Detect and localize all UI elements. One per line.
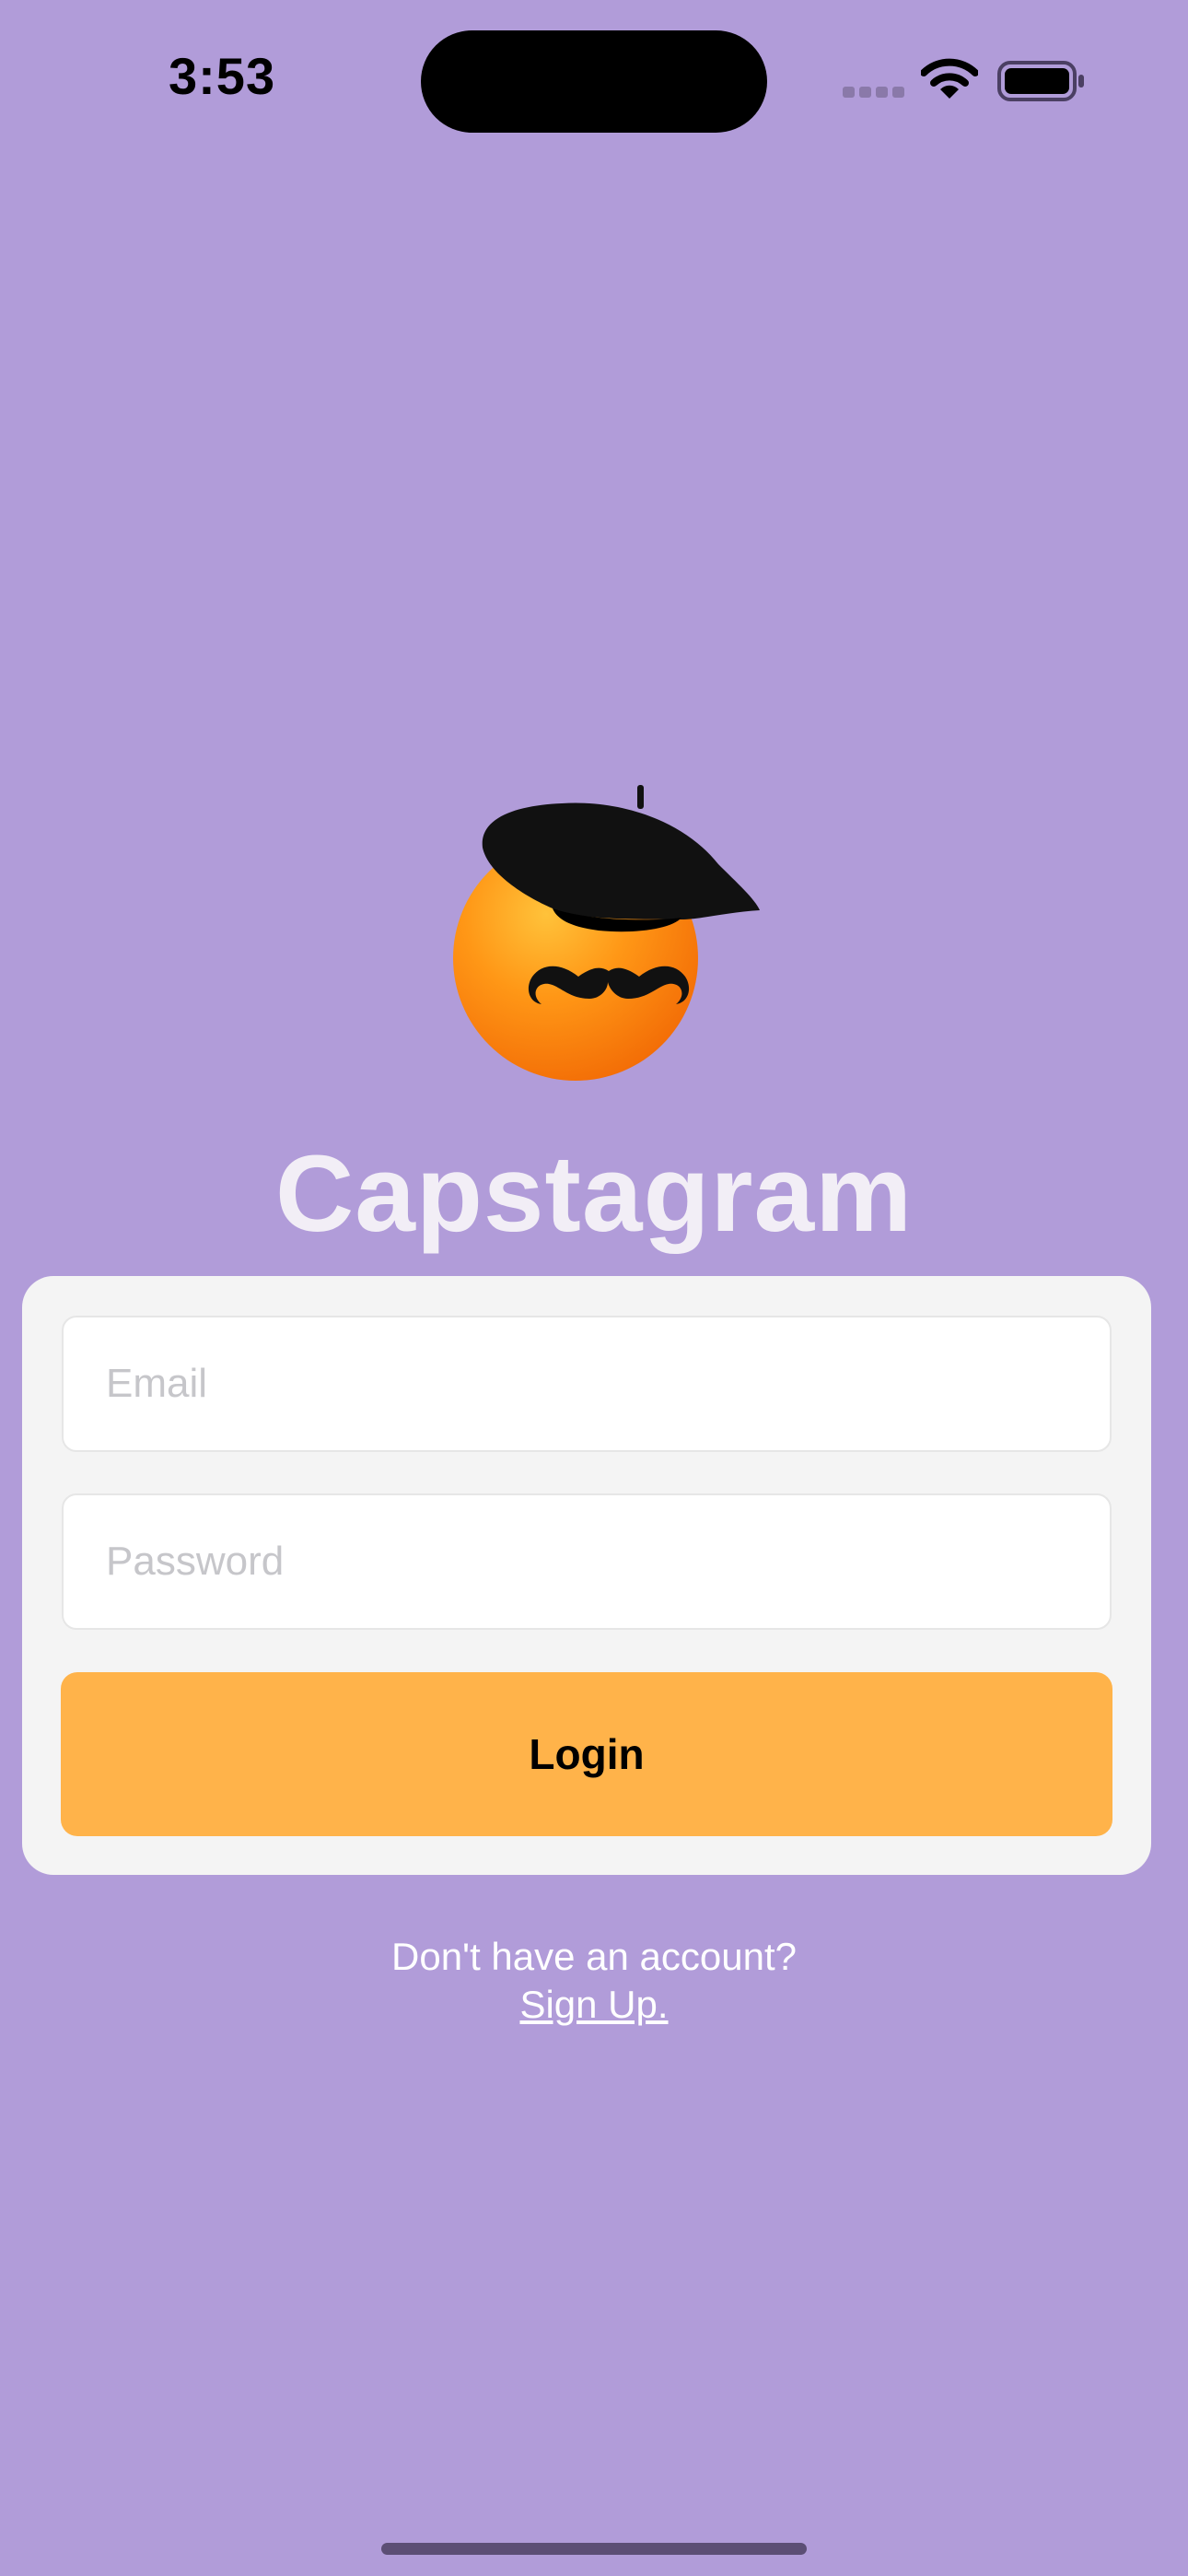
sign-up-link[interactable]: Sign Up.: [519, 1983, 668, 2026]
login-button[interactable]: Login: [61, 1672, 1112, 1836]
wifi-icon: [921, 58, 978, 99]
battery-icon: [997, 61, 1084, 101]
password-field[interactable]: [62, 1493, 1112, 1630]
dynamic-island: [421, 30, 767, 133]
status-time: 3:53: [169, 47, 276, 105]
orange-with-beret-and-mustache-icon: [453, 785, 760, 1081]
app-title: Capstagram: [274, 1133, 913, 1255]
signup-section: Don't have an account? Sign Up.: [0, 1933, 1188, 2029]
email-field[interactable]: [62, 1316, 1112, 1452]
cellular-signal-icon: [843, 87, 905, 98]
login-card: Login: [22, 1276, 1151, 1875]
status-bar: 3:53: [0, 0, 1188, 157]
home-indicator[interactable]: [381, 2543, 807, 2555]
signup-prompt: Don't have an account?: [391, 1935, 797, 1978]
